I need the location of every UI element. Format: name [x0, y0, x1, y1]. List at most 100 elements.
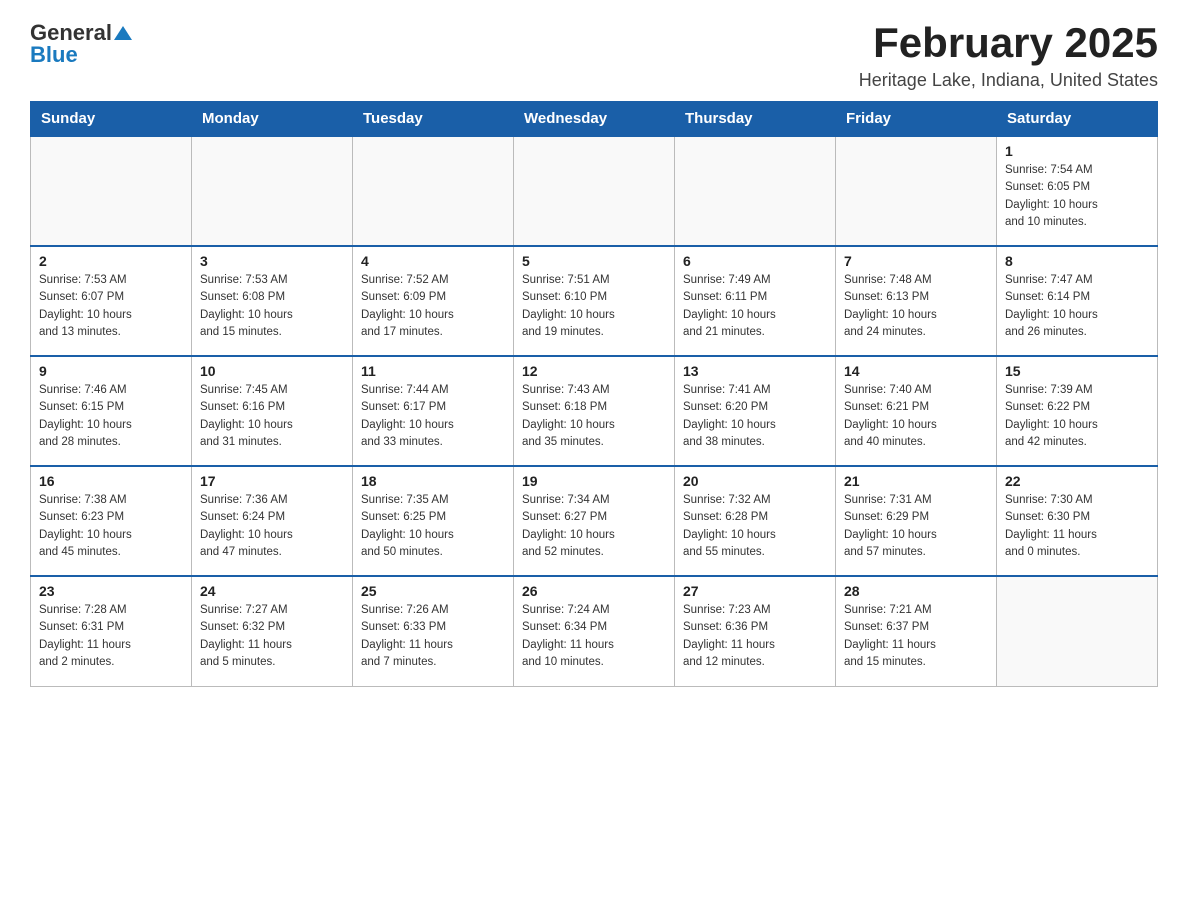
table-row [192, 136, 353, 246]
day-sun-info: Sunrise: 7:53 AM Sunset: 6:07 PM Dayligh… [39, 272, 183, 341]
day-sun-info: Sunrise: 7:46 AM Sunset: 6:15 PM Dayligh… [39, 382, 183, 451]
day-number: 27 [683, 583, 827, 599]
table-row: 27 Sunrise: 7:23 AM Sunset: 6:36 PM Dayli… [675, 576, 836, 686]
day-sun-info: Sunrise: 7:24 AM Sunset: 6:34 PM Dayligh… [522, 602, 666, 671]
day-number: 26 [522, 583, 666, 599]
calendar-table: Sunday Monday Tuesday Wednesday Thursday… [30, 101, 1158, 687]
day-sun-info: Sunrise: 7:34 AM Sunset: 6:27 PM Dayligh… [522, 492, 666, 561]
day-sun-info: Sunrise: 7:28 AM Sunset: 6:31 PM Dayligh… [39, 602, 183, 671]
calendar-subtitle: Heritage Lake, Indiana, United States [859, 70, 1158, 91]
day-number: 17 [200, 473, 344, 489]
header-thursday: Thursday [675, 102, 836, 137]
day-sun-info: Sunrise: 7:21 AM Sunset: 6:37 PM Dayligh… [844, 602, 988, 671]
day-number: 15 [1005, 363, 1149, 379]
table-row: 20 Sunrise: 7:32 AM Sunset: 6:28 PM Dayli… [675, 466, 836, 576]
day-number: 12 [522, 363, 666, 379]
day-sun-info: Sunrise: 7:32 AM Sunset: 6:28 PM Dayligh… [683, 492, 827, 561]
day-sun-info: Sunrise: 7:27 AM Sunset: 6:32 PM Dayligh… [200, 602, 344, 671]
table-row: 8Sunrise: 7:47 AM Sunset: 6:14 PM Daylig… [997, 246, 1158, 356]
day-sun-info: Sunrise: 7:41 AM Sunset: 6:20 PM Dayligh… [683, 382, 827, 451]
day-number: 16 [39, 473, 183, 489]
day-number: 3 [200, 253, 344, 269]
calendar-header-row: Sunday Monday Tuesday Wednesday Thursday… [31, 102, 1158, 137]
day-number: 23 [39, 583, 183, 599]
day-number: 20 [683, 473, 827, 489]
header-saturday: Saturday [997, 102, 1158, 137]
logo: General Blue [30, 20, 134, 68]
day-number: 4 [361, 253, 505, 269]
table-row: 7 Sunrise: 7:48 AM Sunset: 6:13 PM Daylig… [836, 246, 997, 356]
table-row: 21 Sunrise: 7:31 AM Sunset: 6:29 PM Dayli… [836, 466, 997, 576]
day-number: 7 [844, 253, 988, 269]
day-sun-info: Sunrise: 7:36 AM Sunset: 6:24 PM Dayligh… [200, 492, 344, 561]
table-row: 17 Sunrise: 7:36 AM Sunset: 6:24 PM Dayli… [192, 466, 353, 576]
table-row: 2 Sunrise: 7:53 AM Sunset: 6:07 PM Daylig… [31, 246, 192, 356]
day-number: 9 [39, 363, 183, 379]
table-row: 18 Sunrise: 7:35 AM Sunset: 6:25 PM Dayli… [353, 466, 514, 576]
day-sun-info: Sunrise: 7:44 AM Sunset: 6:17 PM Dayligh… [361, 382, 505, 451]
table-row: 9 Sunrise: 7:46 AM Sunset: 6:15 PM Daylig… [31, 356, 192, 466]
table-row: 24 Sunrise: 7:27 AM Sunset: 6:32 PM Dayli… [192, 576, 353, 686]
table-row: 6 Sunrise: 7:49 AM Sunset: 6:11 PM Daylig… [675, 246, 836, 356]
calendar-week-row: 1 Sunrise: 7:54 AM Sunset: 6:05 PM Daylig… [31, 136, 1158, 246]
table-row: 25 Sunrise: 7:26 AM Sunset: 6:33 PM Dayli… [353, 576, 514, 686]
day-number: 19 [522, 473, 666, 489]
table-row [353, 136, 514, 246]
table-row: 19 Sunrise: 7:34 AM Sunset: 6:27 PM Dayli… [514, 466, 675, 576]
day-number: 28 [844, 583, 988, 599]
day-number: 1 [1005, 143, 1149, 159]
day-sun-info: Sunrise: 7:39 AM Sunset: 6:22 PM Dayligh… [1005, 382, 1149, 451]
table-row [514, 136, 675, 246]
calendar-week-row: 2 Sunrise: 7:53 AM Sunset: 6:07 PM Daylig… [31, 246, 1158, 356]
day-sun-info: Sunrise: 7:31 AM Sunset: 6:29 PM Dayligh… [844, 492, 988, 561]
logo-blue-text: Blue [30, 42, 78, 68]
day-sun-info: Sunrise: 7:23 AM Sunset: 6:36 PM Dayligh… [683, 602, 827, 671]
day-number: 25 [361, 583, 505, 599]
day-sun-info: Sunrise: 7:40 AM Sunset: 6:21 PM Dayligh… [844, 382, 988, 451]
table-row: 13Sunrise: 7:41 AM Sunset: 6:20 PM Dayli… [675, 356, 836, 466]
table-row: 28 Sunrise: 7:21 AM Sunset: 6:37 PM Dayli… [836, 576, 997, 686]
calendar-week-row: 9 Sunrise: 7:46 AM Sunset: 6:15 PM Daylig… [31, 356, 1158, 466]
table-row [675, 136, 836, 246]
day-sun-info: Sunrise: 7:51 AM Sunset: 6:10 PM Dayligh… [522, 272, 666, 341]
table-row: 5Sunrise: 7:51 AM Sunset: 6:10 PM Daylig… [514, 246, 675, 356]
day-sun-info: Sunrise: 7:54 AM Sunset: 6:05 PM Dayligh… [1005, 162, 1149, 231]
header-monday: Monday [192, 102, 353, 137]
table-row: 10Sunrise: 7:45 AM Sunset: 6:16 PM Dayli… [192, 356, 353, 466]
calendar-week-row: 23 Sunrise: 7:28 AM Sunset: 6:31 PM Dayli… [31, 576, 1158, 686]
calendar-title: February 2025 [859, 20, 1158, 66]
table-row: 14 Sunrise: 7:40 AM Sunset: 6:21 PM Dayli… [836, 356, 997, 466]
day-number: 24 [200, 583, 344, 599]
day-sun-info: Sunrise: 7:26 AM Sunset: 6:33 PM Dayligh… [361, 602, 505, 671]
day-sun-info: Sunrise: 7:48 AM Sunset: 6:13 PM Dayligh… [844, 272, 988, 341]
table-row: 1 Sunrise: 7:54 AM Sunset: 6:05 PM Daylig… [997, 136, 1158, 246]
day-sun-info: Sunrise: 7:43 AM Sunset: 6:18 PM Dayligh… [522, 382, 666, 451]
table-row: 3 Sunrise: 7:53 AM Sunset: 6:08 PM Daylig… [192, 246, 353, 356]
day-number: 18 [361, 473, 505, 489]
day-sun-info: Sunrise: 7:30 AM Sunset: 6:30 PM Dayligh… [1005, 492, 1149, 561]
day-sun-info: Sunrise: 7:38 AM Sunset: 6:23 PM Dayligh… [39, 492, 183, 561]
day-sun-info: Sunrise: 7:35 AM Sunset: 6:25 PM Dayligh… [361, 492, 505, 561]
day-sun-info: Sunrise: 7:53 AM Sunset: 6:08 PM Dayligh… [200, 272, 344, 341]
table-row: 12 Sunrise: 7:43 AM Sunset: 6:18 PM Dayli… [514, 356, 675, 466]
table-row [836, 136, 997, 246]
day-number: 6 [683, 253, 827, 269]
table-row [997, 576, 1158, 686]
page-header: General Blue February 2025 Heritage Lake… [30, 20, 1158, 91]
day-number: 22 [1005, 473, 1149, 489]
table-row: 15 Sunrise: 7:39 AM Sunset: 6:22 PM Dayli… [997, 356, 1158, 466]
day-number: 21 [844, 473, 988, 489]
logo-triangle-icon [112, 22, 134, 44]
day-number: 14 [844, 363, 988, 379]
header-friday: Friday [836, 102, 997, 137]
day-sun-info: Sunrise: 7:49 AM Sunset: 6:11 PM Dayligh… [683, 272, 827, 341]
title-block: February 2025 Heritage Lake, Indiana, Un… [859, 20, 1158, 91]
header-sunday: Sunday [31, 102, 192, 137]
table-row: 16 Sunrise: 7:38 AM Sunset: 6:23 PM Dayli… [31, 466, 192, 576]
day-number: 8 [1005, 253, 1149, 269]
table-row: 11Sunrise: 7:44 AM Sunset: 6:17 PM Dayli… [353, 356, 514, 466]
day-sun-info: Sunrise: 7:45 AM Sunset: 6:16 PM Dayligh… [200, 382, 344, 451]
day-number: 2 [39, 253, 183, 269]
table-row: 4Sunrise: 7:52 AM Sunset: 6:09 PM Daylig… [353, 246, 514, 356]
table-row: 26 Sunrise: 7:24 AM Sunset: 6:34 PM Dayli… [514, 576, 675, 686]
